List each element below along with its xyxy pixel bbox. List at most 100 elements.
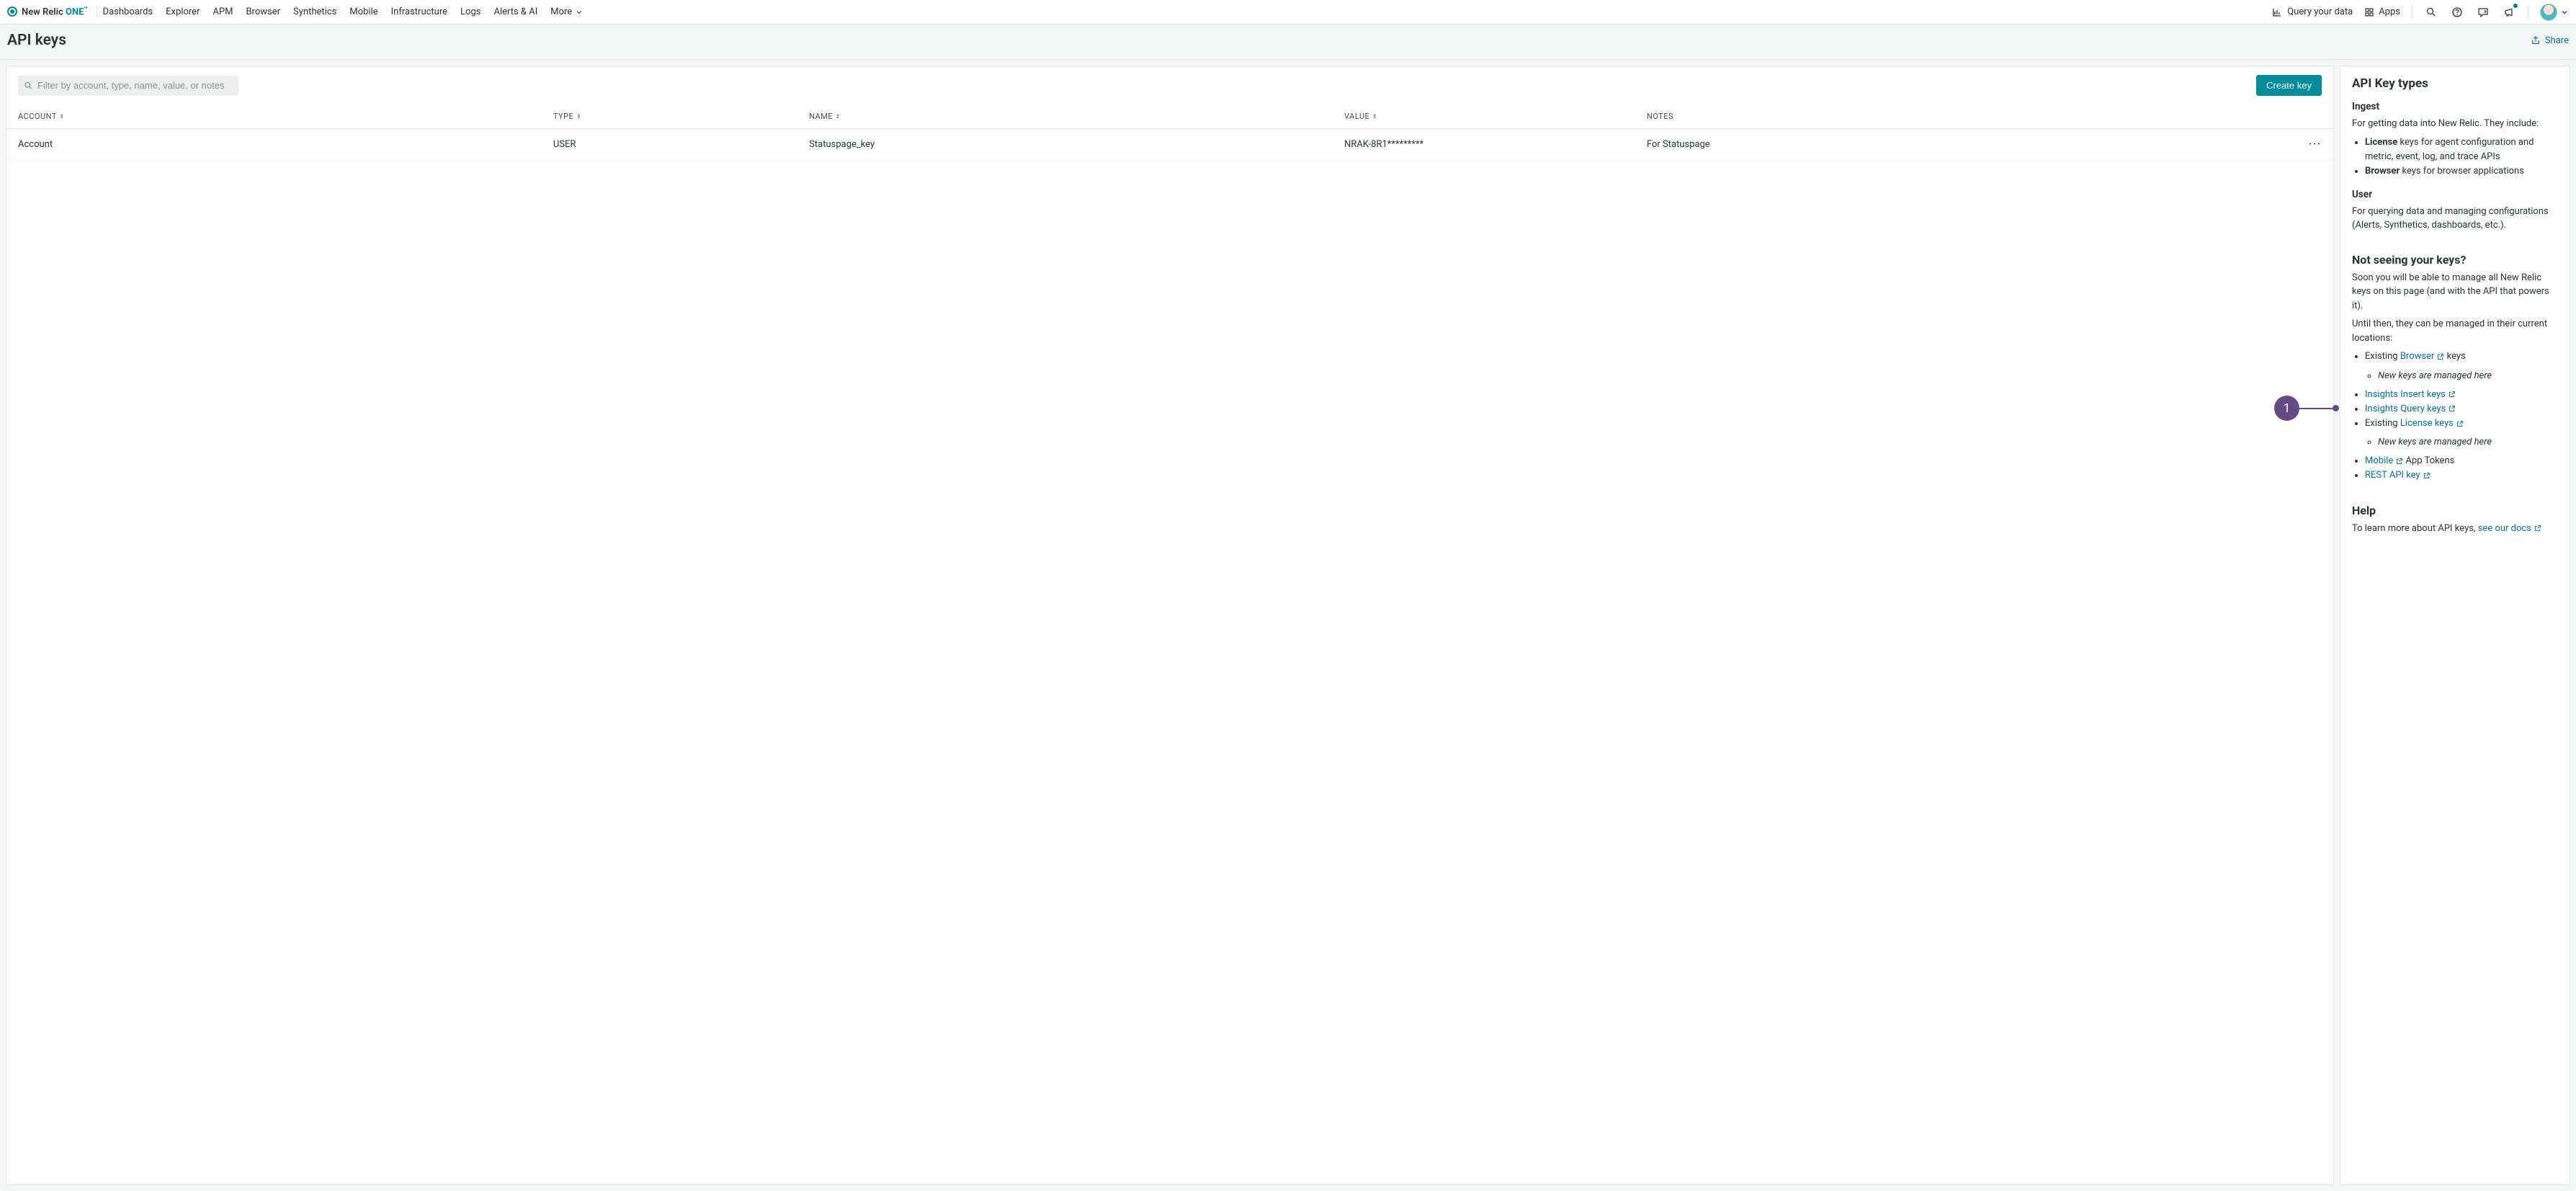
link-see-docs[interactable]: see our docs	[2478, 522, 2541, 536]
sort-icon: ▲▼	[836, 114, 840, 120]
filter-input[interactable]	[37, 80, 233, 91]
ingest-li-browser: Browser keys for browser applications	[2365, 164, 2558, 179]
external-link-icon	[2456, 420, 2464, 428]
query-your-data-label: Query your data	[2287, 6, 2353, 17]
side-heading-types: API Key types	[2352, 76, 2558, 91]
ingest-desc: For getting data into New Relic. They in…	[2352, 117, 2558, 131]
sort-icon: ▲▼	[1372, 114, 1377, 120]
brand-logo-icon	[7, 6, 17, 17]
li-insights-query: Insights Query keys	[2365, 402, 2558, 416]
col-actions	[2297, 104, 2333, 129]
li-rest-api: REST API key	[2365, 468, 2558, 483]
link-mobile[interactable]: Mobile	[2365, 454, 2403, 468]
nav-synthetics[interactable]: Synthetics	[293, 6, 336, 17]
whats-new-button[interactable]	[2502, 5, 2516, 19]
keys-panel: Create key ACCOUNT▲▼ TYPE▲▼ NAME▲▼ VALUE…	[6, 66, 2334, 1185]
cell-account: Account	[6, 129, 542, 161]
nav-browser[interactable]: Browser	[246, 6, 280, 17]
share-label: Share	[2545, 35, 2569, 46]
avatar	[2540, 4, 2557, 21]
info-panel: API Key types Ingest For getting data in…	[2340, 66, 2570, 1185]
cell-type: USER	[542, 129, 797, 161]
share-icon	[2531, 35, 2541, 45]
create-key-button[interactable]: Create key	[2256, 75, 2322, 96]
nav-logs[interactable]: Logs	[460, 6, 480, 17]
top-nav: New Relic ONE™ Dashboards Explorer APM B…	[0, 0, 2576, 24]
search-icon	[2425, 6, 2437, 18]
chat-icon	[2477, 6, 2489, 18]
col-notes: NOTES	[1635, 104, 2297, 129]
chevron-down-icon	[2560, 8, 2569, 17]
table-header-row: ACCOUNT▲▼ TYPE▲▼ NAME▲▼ VALUE▲▼ NOTES	[6, 104, 2333, 129]
search-icon	[24, 81, 33, 91]
user-menu[interactable]	[2540, 4, 2569, 21]
li-managed-here: New keys are managed here	[2378, 369, 2558, 383]
external-link-icon	[2395, 458, 2403, 465]
side-heading-help: Help	[2352, 504, 2558, 517]
li-existing-license: Existing License keys New keys are manag…	[2365, 416, 2558, 450]
link-browser-keys[interactable]: Browser	[2400, 349, 2445, 364]
nav-alerts-ai[interactable]: Alerts & AI	[493, 6, 537, 17]
link-rest-api-key[interactable]: REST API key	[2365, 468, 2430, 483]
nav-more[interactable]: More	[550, 6, 583, 17]
nav-apm[interactable]: APM	[213, 6, 233, 17]
nav-links: Dashboards Explorer APM Browser Syntheti…	[103, 6, 584, 17]
table-row: Account USER Statuspage_key NRAK-8R1****…	[6, 129, 2333, 161]
li-mobile: Mobile App Tokens	[2365, 454, 2558, 468]
chevron-down-icon	[575, 8, 583, 17]
col-account[interactable]: ACCOUNT▲▼	[6, 104, 542, 129]
row-actions-button[interactable]: ···	[2297, 129, 2333, 161]
link-insights-query[interactable]: Insights Query keys	[2365, 402, 2456, 416]
cell-name: Statuspage_key	[797, 129, 1333, 161]
nav-dashboards[interactable]: Dashboards	[103, 6, 153, 17]
link-insights-insert[interactable]: Insights Insert keys	[2365, 388, 2456, 402]
help-icon	[2451, 6, 2463, 18]
help-button[interactable]	[2450, 5, 2464, 19]
apps-link[interactable]: Apps	[2364, 6, 2400, 17]
megaphone-icon	[2503, 6, 2515, 18]
sort-icon: ▲▼	[60, 114, 64, 120]
page-title: API keys	[7, 32, 66, 49]
li-insights-insert: Insights Insert keys	[2365, 388, 2558, 402]
link-license-keys[interactable]: License keys	[2400, 416, 2464, 431]
page-header: API keys Share	[0, 24, 2576, 60]
keys-toolbar: Create key	[6, 66, 2333, 104]
col-name[interactable]: NAME▲▼	[797, 104, 1333, 129]
feedback-button[interactable]	[2476, 5, 2490, 19]
col-type[interactable]: TYPE▲▼	[542, 104, 797, 129]
side-heading-notseeing: Not seeing your keys?	[2352, 253, 2558, 267]
apps-grid-icon	[2364, 7, 2374, 17]
li-existing-browser: Existing Browser keys New keys are manag…	[2365, 349, 2558, 383]
help-p: To learn more about API keys, see our do…	[2352, 522, 2558, 536]
li-managed-here: New keys are managed here	[2378, 435, 2558, 450]
col-value[interactable]: VALUE▲▼	[1333, 104, 1635, 129]
nav-mobile[interactable]: Mobile	[349, 6, 377, 17]
keys-table: ACCOUNT▲▼ TYPE▲▼ NAME▲▼ VALUE▲▼ NOTES Ac…	[6, 104, 2333, 161]
cell-value: NRAK-8R1*********	[1333, 129, 1635, 161]
main: Create key ACCOUNT▲▼ TYPE▲▼ NAME▲▼ VALUE…	[0, 60, 2576, 1191]
query-your-data-link[interactable]: Query your data	[2271, 6, 2353, 18]
external-link-icon	[2436, 353, 2444, 361]
nav-more-label: More	[550, 6, 572, 17]
brand-name: New Relic ONE™	[22, 6, 88, 17]
sort-icon: ▲▼	[576, 114, 581, 120]
external-link-icon	[2448, 391, 2456, 398]
ingest-li-license: License keys for agent configuration and…	[2365, 135, 2558, 164]
apps-label: Apps	[2379, 6, 2400, 17]
nav-infrastructure[interactable]: Infrastructure	[391, 6, 447, 17]
notseeing-p1: Soon you will be able to manage all New …	[2352, 271, 2558, 313]
user-desc: For querying data and managing configura…	[2352, 205, 2558, 233]
side-heading-ingest: Ingest	[2352, 101, 2558, 112]
external-link-icon	[2448, 405, 2456, 413]
filter-wrap	[18, 76, 238, 96]
side-heading-user: User	[2352, 189, 2558, 200]
global-search-button[interactable]	[2424, 5, 2438, 19]
external-link-icon	[2423, 472, 2430, 480]
brand-logo[interactable]: New Relic ONE™	[7, 6, 97, 17]
nav-explorer[interactable]: Explorer	[166, 6, 200, 17]
topnav-right: Query your data Apps	[2271, 4, 2569, 21]
cell-notes: For Statuspage	[1635, 129, 2297, 161]
share-button[interactable]: Share	[2531, 35, 2569, 46]
notseeing-p2: Until then, they can be managed in their…	[2352, 317, 2558, 345]
external-link-icon	[2533, 525, 2541, 532]
